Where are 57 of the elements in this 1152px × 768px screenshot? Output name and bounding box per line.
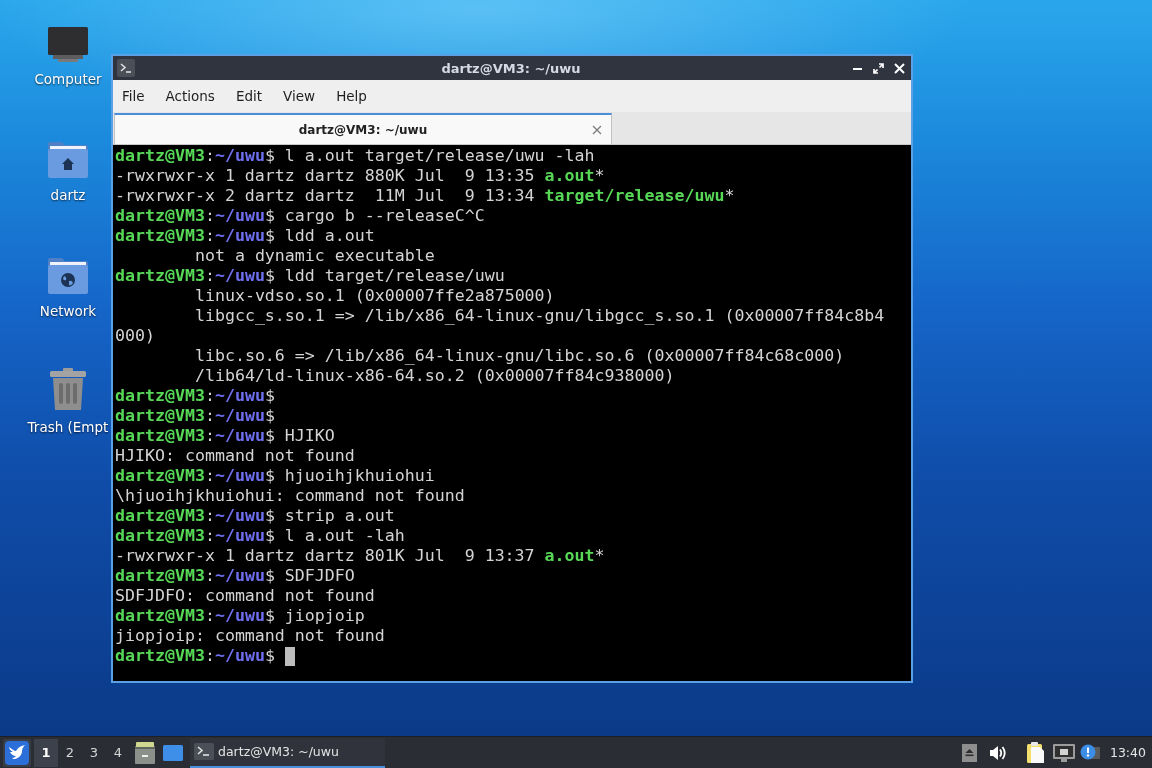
- terminal-line: jiopjoip: command not found: [115, 626, 385, 646]
- terminal-line: dartz@VM3:~/uwu$ ldd target/release/uwu: [115, 266, 505, 286]
- menu-item[interactable]: File: [113, 88, 155, 104]
- terminal-line: dartz@VM3:~/uwu$ l a.out -lah: [115, 526, 405, 546]
- terminal-line: not a dynamic executable: [194, 246, 435, 266]
- terminal-line: dartz@VM3:~/uwu$ jiopjoip: [115, 606, 365, 626]
- network-icon[interactable]: [1052, 743, 1075, 762]
- window-title: dartz@VM3: ~/uwu: [441, 60, 581, 76]
- clock: 13:40: [1109, 745, 1146, 760]
- terminal-line: dartz@VM3:~/uwu$ hjuoihjkhuiohui: [115, 466, 435, 486]
- desktop-icon-label[interactable]: Trash (Empt: [27, 418, 109, 436]
- terminal-icon: [194, 743, 214, 760]
- network-folder-icon[interactable]: [48, 257, 88, 294]
- home-folder-icon[interactable]: [48, 141, 88, 178]
- computer-icon[interactable]: [48, 27, 88, 62]
- terminal-line: dartz@VM3:~/uwu$ cargo b --releaseC^C: [115, 206, 485, 226]
- desktop-icon-label[interactable]: dartz: [50, 186, 86, 204]
- workspace-button[interactable]: 3: [82, 738, 106, 767]
- terminal-line: SDFJDFO: command not found: [115, 586, 375, 606]
- menu-item[interactable]: View: [274, 88, 326, 104]
- show-desktop-icon[interactable]: [163, 744, 183, 761]
- alert-icon[interactable]: [1079, 743, 1100, 762]
- terminal-line: dartz@VM3:~/uwu$: [115, 646, 275, 666]
- maximize-icon[interactable]: [873, 62, 884, 74]
- menu-item[interactable]: Edit: [226, 88, 273, 104]
- terminal-line: -rwxrwxr-x 2 dartz dartz 11M Jul 9 13:34 target/release/uwu*: [115, 186, 735, 206]
- workspace-button[interactable]: 1: [34, 738, 58, 767]
- start-menu-button[interactable]: [3, 738, 31, 767]
- terminal-line: linux-vdso.so.1 (0x00007ffe2a875000): [194, 286, 555, 306]
- terminal-line: /lib64/ld-linux-x86-64.so.2 (0x00007ff84c938000): [194, 366, 675, 386]
- terminal-line: HJIKO: command not found: [115, 446, 355, 466]
- clipboard-icon[interactable]: [1026, 742, 1045, 763]
- menu-item[interactable]: Help: [327, 88, 377, 104]
- workspace-button[interactable]: 2: [58, 738, 82, 767]
- menu-item[interactable]: Actions: [156, 88, 225, 104]
- terminal-line: libgcc_s.so.1 => /lib/x86_64-linux-gnu/libgcc_s.so.1 (0x00007ff84c8b4: [194, 306, 885, 326]
- terminal-icon[interactable]: [117, 59, 135, 77]
- bird-icon: [5, 740, 29, 765]
- taskbar-task-button[interactable]: dartz@VM3: ~/uwu: [190, 737, 385, 768]
- terminal-line: 000): [115, 326, 155, 346]
- terminal-line: dartz@VM3:~/uwu$ strip a.out: [115, 506, 395, 526]
- terminal-line: dartz@VM3:~/uwu$ ldd a.out: [115, 226, 375, 246]
- terminal-line: -rwxrwxr-x 1 dartz dartz 880K Jul 9 13:35 a.out*: [115, 166, 605, 186]
- terminal-line: -rwxrwxr-x 1 dartz dartz 801K Jul 9 13:37 a.out*: [115, 546, 605, 566]
- terminal-line: libc.so.6 => /lib/x86_64-linux-gnu/libc.so.6 (0x00007ff84c68c000): [194, 346, 845, 366]
- terminal-line: dartz@VM3:~/uwu$ HJIKO: [115, 426, 335, 446]
- terminal-line: dartz@VM3:~/uwu$: [115, 406, 275, 426]
- speaker-icon[interactable]: [988, 744, 1007, 761]
- terminal-line: dartz@VM3:~/uwu$ l a.out target/release/uwu -lah: [115, 146, 595, 166]
- tab[interactable]: dartz@VM3: ~/uwu: [114, 113, 612, 144]
- drawer-icon[interactable]: [135, 741, 155, 764]
- terminal-line: dartz@VM3:~/uwu$: [115, 386, 275, 406]
- terminal-line: \hjuoihjkhuiohui: command not found: [115, 486, 465, 506]
- desktop-icon-label[interactable]: Network: [39, 302, 97, 320]
- terminal-line: dartz@VM3:~/uwu$ SDFJDFO: [115, 566, 355, 586]
- workspace-button[interactable]: 4: [106, 738, 130, 767]
- trash-icon[interactable]: [50, 368, 86, 410]
